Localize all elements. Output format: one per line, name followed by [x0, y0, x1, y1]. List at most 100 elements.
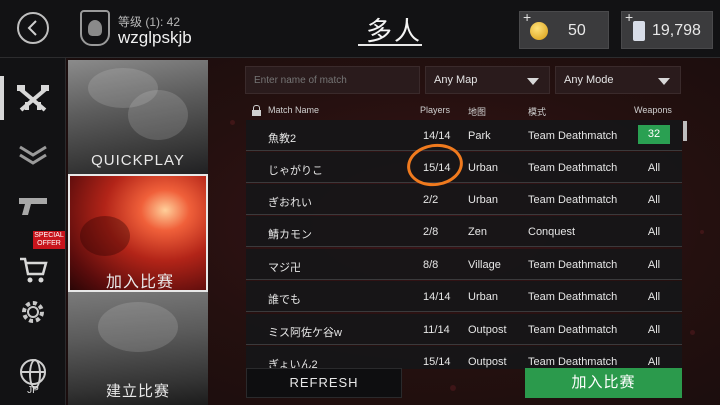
back-button[interactable] — [17, 12, 49, 44]
match-weapons: All — [647, 259, 661, 271]
plus-icon: + — [625, 9, 634, 25]
match-map: Urban — [468, 162, 498, 174]
refresh-button[interactable]: REFRESH — [246, 368, 402, 398]
table-row[interactable]: 魚教2 14/14 Park Team Deathmatch 32 — [246, 120, 682, 151]
banknote-icon — [633, 21, 645, 41]
coin-icon — [530, 22, 548, 40]
create-match-panel[interactable]: 建立比赛 — [68, 292, 208, 405]
create-match-label: 建立比赛 — [105, 383, 170, 400]
match-name: ぎおれい — [268, 197, 312, 209]
gold-currency[interactable]: + 50 — [519, 9, 609, 49]
match-map: Urban — [468, 291, 498, 303]
globe-icon — [20, 359, 46, 389]
match-weapons: All — [647, 226, 661, 238]
match-weapons: All — [647, 162, 661, 174]
match-map: Park — [468, 130, 491, 142]
match-map: Zen — [468, 226, 487, 238]
header-mode[interactable]: 模式 — [528, 105, 546, 118]
quickplay-panel[interactable]: QUICKPLAY — [68, 60, 208, 174]
sidebar-item-multiplayer[interactable] — [0, 72, 66, 124]
match-name: じゃがりこ — [268, 165, 323, 177]
header-weapons[interactable]: Weapons — [634, 105, 672, 115]
gold-value: 50 — [568, 22, 586, 39]
cash-currency[interactable]: + 19,798 — [621, 9, 713, 49]
match-name: 鯖カモン — [268, 229, 312, 241]
match-players: 14/14 — [423, 130, 451, 142]
background-speck — [700, 230, 704, 234]
match-search-input[interactable] — [245, 66, 420, 94]
join-match-label: 加入比赛 — [105, 274, 174, 291]
match-map: Outpost — [468, 356, 507, 368]
sidebar-item-weapons[interactable] — [0, 186, 66, 226]
cart-icon — [20, 257, 48, 283]
match-mode: Team Deathmatch — [528, 162, 618, 174]
background-speck — [450, 385, 456, 391]
match-players: 14/14 — [423, 291, 451, 303]
match-map: Urban — [468, 194, 498, 206]
plus-icon: + — [523, 9, 532, 25]
match-players: 8/8 — [423, 259, 439, 271]
top-bar: 等级 (1): 42 wzglpskjb 多人 + 50 + 19,798 — [0, 0, 720, 58]
sidebar-item-language[interactable] — [0, 356, 66, 389]
sidebar-item-settings[interactable] — [0, 290, 66, 334]
match-mode: Team Deathmatch — [528, 291, 618, 303]
soldier-icon — [88, 20, 102, 36]
username: wzglpskjb — [118, 28, 192, 47]
header-match-name[interactable]: Match Name — [268, 105, 319, 115]
match-players: 2/8 — [423, 226, 439, 238]
match-name: ミス阿佐ケ谷w — [268, 327, 342, 339]
ranks-icon — [19, 145, 47, 165]
multiplayer-icon — [17, 85, 49, 112]
match-name: 魚教2 — [268, 133, 297, 145]
match-map: Outpost — [468, 324, 507, 336]
page-title: 多人 — [366, 16, 423, 46]
title-underline — [358, 44, 422, 46]
table-row[interactable]: 誰でも 14/14 Urban Team Deathmatch All — [246, 281, 682, 312]
table-row[interactable]: 鯖カモン 2/8 Zen Conquest All — [246, 216, 682, 247]
chevron-down-icon — [658, 78, 670, 85]
match-map: Village — [468, 259, 501, 271]
mode-panels: QUICKPLAY 加入比赛 建立比赛 — [68, 58, 208, 405]
background-speck — [690, 330, 695, 335]
header-players[interactable]: Players — [420, 105, 450, 115]
match-table: Match Name Players 地图 模式 Weapons 魚教2 14/… — [246, 101, 682, 369]
smoke-decoration — [128, 90, 188, 140]
gear-icon — [22, 301, 44, 323]
sidebar-item-ranks[interactable] — [0, 134, 66, 174]
header-map[interactable]: 地图 — [468, 105, 486, 118]
table-row[interactable]: ミス阿佐ケ谷w 11/14 Outpost Team Deathmatch Al… — [246, 314, 682, 345]
table-row[interactable]: ぎょいん2 15/14 Outpost Team Deathmatch All — [246, 346, 682, 369]
mode-select-value: Any Mode — [564, 74, 614, 86]
special-offer-badge[interactable]: SPECIAL OFFER — [33, 231, 65, 249]
match-mode: Team Deathmatch — [528, 259, 618, 271]
cash-value: 19,798 — [652, 22, 701, 39]
background-speck — [230, 120, 235, 125]
match-weapons: All — [647, 356, 661, 368]
table-row[interactable]: マジ卍 8/8 Village Team Deathmatch All — [246, 249, 682, 280]
match-weapons: All — [647, 194, 661, 206]
chevron-down-icon — [527, 78, 539, 85]
map-select[interactable]: Any Map — [425, 66, 550, 94]
pistol-icon — [19, 198, 47, 215]
match-weapons: All — [647, 291, 661, 303]
table-row[interactable]: ぎおれい 2/2 Urban Team Deathmatch All — [246, 184, 682, 215]
chevron-left-icon — [27, 20, 37, 36]
join-match-panel[interactable]: 加入比赛 — [68, 174, 208, 292]
smoke-decoration — [80, 216, 130, 256]
match-mode: Team Deathmatch — [528, 356, 618, 368]
avatar[interactable] — [80, 10, 110, 46]
match-players: 2/2 — [423, 194, 439, 206]
match-players: 11/14 — [423, 324, 450, 336]
table-row[interactable]: じゃがりこ 15/14 Urban Team Deathmatch All — [246, 152, 682, 183]
table-header: Match Name Players 地图 模式 Weapons — [246, 101, 682, 119]
quickplay-label: QUICKPLAY — [91, 152, 185, 169]
join-match-button[interactable]: 加入比赛 — [525, 368, 682, 398]
mode-select[interactable]: Any Mode — [555, 66, 681, 94]
match-mode: Team Deathmatch — [528, 324, 618, 336]
smoke-decoration — [98, 302, 178, 352]
match-weapons: All — [647, 324, 661, 336]
table-scrollbar[interactable] — [683, 121, 687, 141]
language-label: JP — [27, 385, 39, 396]
map-select-value: Any Map — [434, 74, 478, 86]
lock-icon[interactable] — [252, 105, 261, 116]
